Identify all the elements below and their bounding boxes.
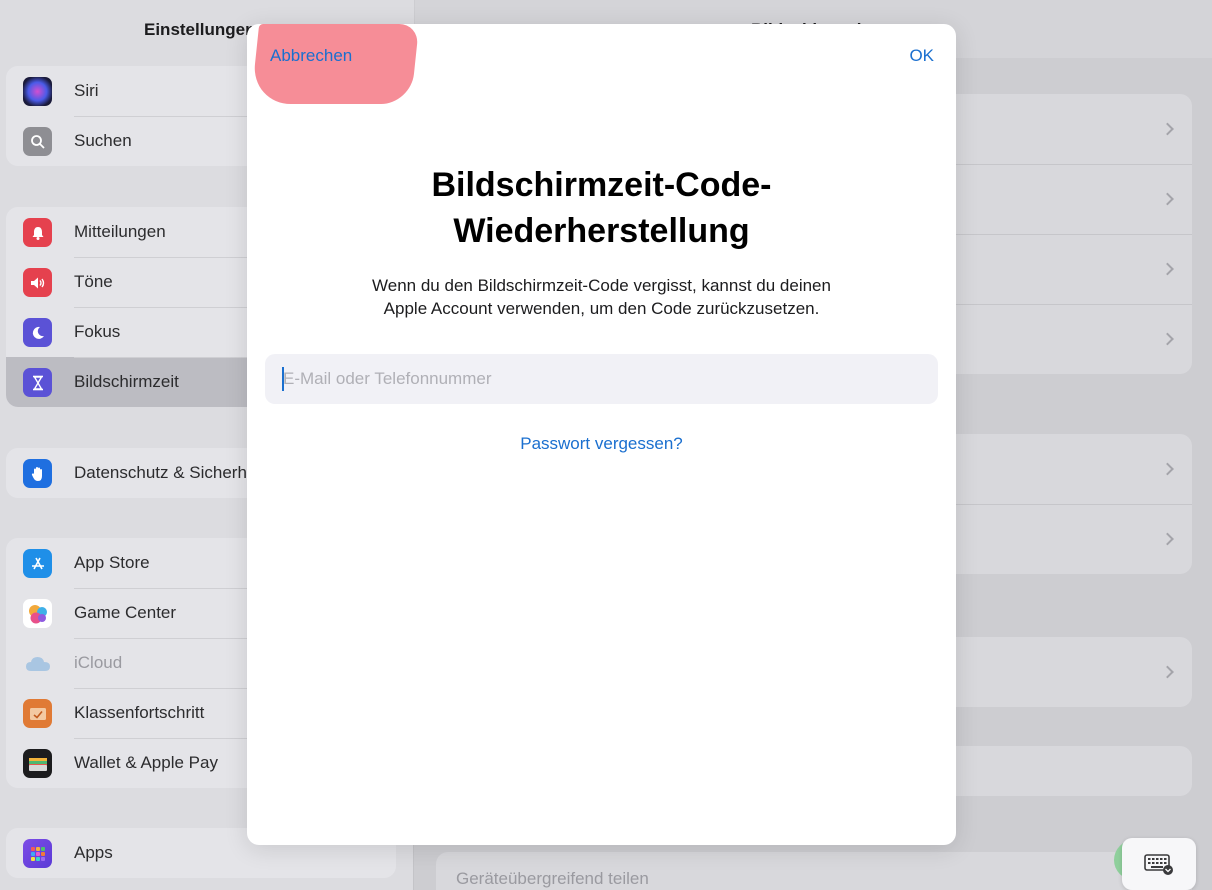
keyboard-button[interactable] [1122, 838, 1196, 890]
magnifier-icon [23, 127, 52, 156]
chevron-right-icon [1161, 192, 1174, 206]
bell-icon [23, 218, 52, 247]
chevron-right-icon [1161, 665, 1174, 679]
cancel-button[interactable]: Abbrechen [270, 46, 352, 66]
sheet-description: Wenn du den Bildschirmzeit-Code vergisst… [307, 274, 896, 320]
sidebar-item-label: Mitteilungen [74, 222, 166, 241]
sheet-title: Bildschirmzeit-Code- Wiederherstellung [247, 162, 956, 254]
sheet-title-line-1: Bildschirmzeit-Code- [431, 166, 772, 204]
siri-icon [23, 77, 52, 106]
sidebar-item-label: Suchen [74, 131, 132, 150]
sidebar-title: Einstellungen [144, 20, 256, 39]
app-store-icon [23, 549, 52, 578]
sidebar-item-label: App Store [74, 553, 150, 572]
email-or-phone-field[interactable] [265, 354, 938, 404]
ok-button[interactable]: OK [909, 46, 934, 66]
sidebar-item-label: Klassenfortschritt [74, 703, 205, 722]
classwork-icon [23, 699, 52, 728]
hourglass-icon [23, 368, 52, 397]
detail-group-share: Geräteübergreifend teilen [436, 852, 1192, 890]
chevron-right-icon [1161, 122, 1174, 136]
chevron-right-icon [1161, 532, 1174, 546]
sidebar-item-label: Game Center [74, 603, 177, 622]
game-center-icon [23, 599, 52, 628]
apps-grid-icon [23, 839, 52, 868]
sheet-description-line-1: Wenn du den Bildschirmzeit-Code vergisst… [372, 276, 831, 295]
text-cursor [282, 367, 284, 391]
code-recovery-sheet: Abbrechen OK Bildschirmzeit-Code- Wieder… [247, 24, 956, 845]
sidebar-item-label: Bildschirmzeit [74, 372, 179, 391]
sidebar-item-label: iCloud [74, 653, 123, 672]
chevron-right-icon [1161, 332, 1174, 346]
sidebar-item-label: Datenschutz & Sicherheit [74, 463, 265, 482]
sidebar-item-label: Fokus [74, 322, 121, 341]
sidebar-item-label: Wallet & Apple Pay [74, 753, 218, 772]
share-across-devices-label: Geräteübergreifend teilen [456, 869, 649, 888]
forgot-password-link[interactable]: Passwort vergessen? [247, 434, 956, 454]
sidebar-item-label: Töne [74, 272, 113, 291]
sidebar-item-label: Apps [74, 843, 113, 862]
chevron-right-icon [1161, 262, 1174, 276]
sheet-title-line-2: Wiederherstellung [453, 212, 750, 250]
hand-icon [23, 459, 52, 488]
speaker-icon [23, 268, 52, 297]
keyboard-icon [1144, 854, 1173, 875]
moon-icon [23, 318, 52, 347]
chevron-right-icon [1161, 462, 1174, 476]
wallet-icon [23, 749, 52, 778]
cloud-icon [23, 649, 52, 678]
sheet-description-line-2: Apple Account verwenden, um den Code zur… [383, 299, 820, 318]
sidebar-item-label: Siri [74, 81, 99, 100]
